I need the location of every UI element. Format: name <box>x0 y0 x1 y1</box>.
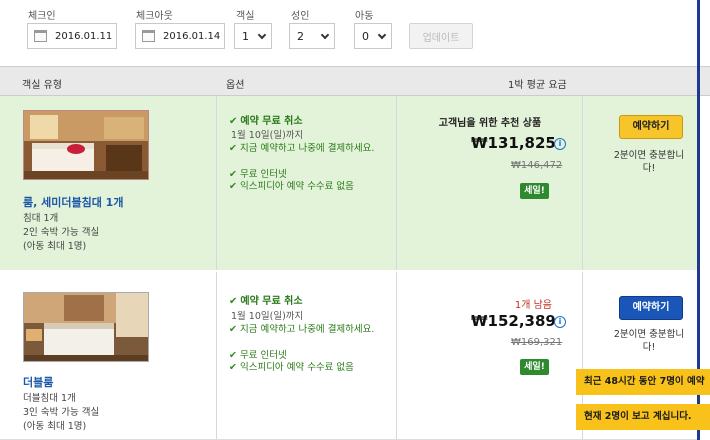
perk-pay-later: ✔ 지금 예약하고 나중에 결제하세요. <box>229 324 375 335</box>
perk-free-internet: ✔ 무료 인터넷 <box>229 169 287 180</box>
room-detail-children: (아동 최대 1명) <box>23 421 87 432</box>
room-photo[interactable] <box>23 110 149 180</box>
check-icon: ✔ <box>229 169 237 180</box>
check-icon: ✔ <box>229 324 237 335</box>
room-detail-children: (아동 최대 1명) <box>23 241 87 252</box>
children-label: 아동 <box>355 11 374 22</box>
checkout-label: 체크아웃 <box>136 11 173 22</box>
cancel-until: 1월 10일(일)까지 <box>231 130 304 141</box>
room-options-cell: ✔ 예약 무료 취소 1월 10일(일)까지 ✔ 지금 예약하고 나중에 결제하세요… <box>216 272 396 439</box>
price-original: ₩146,472 <box>511 160 563 171</box>
room-detail-capacity: 3인 숙박 가능 객실 <box>23 407 100 418</box>
rooms-label: 객실 <box>236 11 255 22</box>
free-cancel-label: ✔ 예약 무료 취소 <box>229 296 303 307</box>
room-book-cell: 예약하기 2분이면 충분합니다! <box>582 96 700 271</box>
search-bar: 체크인 2016.01.11 체크아웃 2016.01.14 객실 1 성인 2… <box>0 0 710 66</box>
check-icon: ✔ <box>229 116 238 127</box>
adults-label: 성인 <box>291 11 310 22</box>
room-detail-capacity: 2인 숙박 가능 객실 <box>23 227 100 238</box>
chevron-down-icon <box>320 30 330 39</box>
checkout-field[interactable]: 2016.01.14 <box>135 23 225 49</box>
adults-select[interactable]: 2 <box>289 23 335 49</box>
page-frame-border <box>697 0 700 66</box>
room-options-cell: ✔ 예약 무료 취소 1월 10일(일)까지 ✔ 지금 예약하고 나중에 결제하세요… <box>216 96 396 271</box>
check-icon: ✔ <box>229 181 237 192</box>
checkin-field[interactable]: 2016.01.11 <box>27 23 117 49</box>
check-icon: ✔ <box>229 296 238 307</box>
perk-pay-later: ✔ 지금 예약하고 나중에 결제하세요. <box>229 143 375 154</box>
price-original: ₩169,321 <box>511 337 563 348</box>
rooms-select[interactable]: 1 <box>234 23 272 49</box>
recommended-tag: 고객님을 위한 추천 상품 <box>438 118 542 129</box>
perk-no-fee: ✔ 익스피디아 예약 수수료 없음 <box>229 181 354 192</box>
check-icon: ✔ <box>229 350 237 361</box>
children-select[interactable]: 0 <box>354 23 392 49</box>
header-avg-price: 1박 평균 요금 <box>508 80 567 91</box>
book-note: 2분이면 충분합니다! <box>613 329 685 353</box>
update-button[interactable]: 업데이트 <box>409 23 473 49</box>
chevron-down-icon <box>257 30 267 39</box>
recent-bookings-toast: 최근 48시간 동안 7명이 예약 <box>576 369 710 395</box>
rooms-select-value: 1 <box>242 29 249 43</box>
room-photo[interactable] <box>23 292 149 362</box>
calendar-icon <box>34 30 47 42</box>
checkout-value: 2016.01.14 <box>163 30 221 42</box>
free-cancel-label: ✔ 예약 무료 취소 <box>229 116 303 127</box>
room-name[interactable]: 더블룸 <box>23 374 53 390</box>
header-options: 옵션 <box>226 80 245 91</box>
cancel-until: 1월 10일(일)까지 <box>231 311 304 322</box>
viewers-toast: 현재 2명이 보고 계십니다. <box>576 404 710 430</box>
room-info-cell: 룸, 세미더블침대 1개 침대 1개 2인 숙박 가능 객실 (아동 최대 1명… <box>10 96 216 271</box>
room-price-cell: 고객님을 위한 추천 상품 ₩131,825 i ₩146,472 세일! <box>396 96 582 271</box>
book-note: 2분이면 충분합니다! <box>613 150 685 174</box>
header-room-type: 객실 유형 <box>22 80 62 91</box>
calendar-icon <box>142 30 155 42</box>
adults-select-value: 2 <box>297 29 304 43</box>
price-current: ₩131,825 <box>471 134 556 152</box>
room-detail-beds: 더블침대 1개 <box>23 393 76 404</box>
room-row: 룸, 세미더블침대 1개 침대 1개 2인 숙박 가능 객실 (아동 최대 1명… <box>0 96 700 272</box>
room-detail-beds: 침대 1개 <box>23 213 59 224</box>
room-name[interactable]: 룸, 세미더블침대 1개 <box>23 194 123 210</box>
room-info-cell: 더블룸 더블침대 1개 3인 숙박 가능 객실 (아동 최대 1명) <box>10 272 216 439</box>
checkin-value: 2016.01.11 <box>55 30 113 42</box>
info-icon[interactable]: i <box>554 138 566 150</box>
room-price-cell: 1개 남음 ₩152,389 i ₩169,321 세일! <box>396 272 582 439</box>
children-select-value: 0 <box>362 29 369 43</box>
rooms-left-alert: 1개 남음 <box>514 300 552 311</box>
book-button[interactable]: 예약하기 <box>619 115 683 139</box>
check-icon: ✔ <box>229 362 237 373</box>
room-table-header: 객실 유형 옵션 1박 평균 요금 <box>0 66 710 96</box>
book-button[interactable]: 예약하기 <box>619 296 683 320</box>
chevron-down-icon <box>377 30 387 39</box>
perk-free-internet: ✔ 무료 인터넷 <box>229 350 287 361</box>
price-current: ₩152,389 <box>471 312 556 330</box>
sale-badge: 세일! <box>520 183 549 199</box>
sale-badge: 세일! <box>520 359 549 375</box>
check-icon: ✔ <box>229 143 237 154</box>
checkin-label: 체크인 <box>28 11 56 22</box>
info-icon[interactable]: i <box>554 316 566 328</box>
perk-no-fee: ✔ 익스피디아 예약 수수료 없음 <box>229 362 354 373</box>
